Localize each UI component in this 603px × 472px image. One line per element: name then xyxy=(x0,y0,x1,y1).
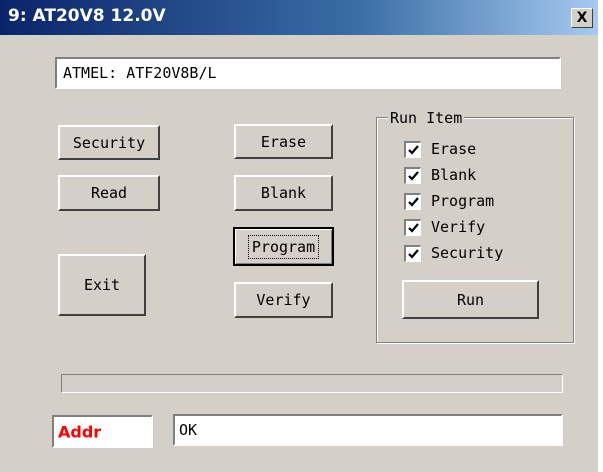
run-item-legend: Run Item xyxy=(388,109,465,127)
verify-button[interactable]: Verify xyxy=(234,282,333,318)
checkbox-blank[interactable] xyxy=(404,166,421,184)
progress-bar xyxy=(61,374,563,393)
title-bar[interactable]: 9: AT20V8 12.0V X xyxy=(0,0,598,35)
checkbox-verify[interactable] xyxy=(404,218,421,236)
addr-label: Addr xyxy=(58,422,102,441)
run-item-erase[interactable]: Erase xyxy=(404,138,476,160)
close-icon: X xyxy=(576,10,588,26)
blank-button[interactable]: Blank xyxy=(234,175,333,211)
read-button-label: Read xyxy=(90,184,128,202)
device-name-text: ATMEL: ATF20V8B/L xyxy=(63,64,217,82)
run-item-program[interactable]: Program xyxy=(404,190,494,212)
read-button[interactable]: Read xyxy=(58,175,160,211)
exit-button[interactable]: Exit xyxy=(58,254,146,316)
checkbox-program[interactable] xyxy=(404,192,421,210)
run-item-blank[interactable]: Blank xyxy=(404,164,476,186)
erase-button[interactable]: Erase xyxy=(234,124,333,159)
checkmark-icon xyxy=(408,144,419,155)
security-button-label: Security xyxy=(72,133,146,152)
verify-button-label: Verify xyxy=(256,291,311,309)
program-button-label: Program xyxy=(247,234,320,259)
run-button-label: Run xyxy=(456,290,485,309)
checkbox-label: Blank xyxy=(431,166,477,184)
addr-field: Addr xyxy=(52,415,153,448)
blank-button-label: Blank xyxy=(260,184,307,202)
programmer-dialog: 9: AT20V8 12.0V X ATMEL: ATF20V8B/L Secu… xyxy=(0,0,598,472)
checkmark-icon xyxy=(408,196,419,207)
program-button[interactable]: Program xyxy=(233,227,334,266)
erase-button-label: Erase xyxy=(260,132,307,151)
checkbox-erase[interactable] xyxy=(404,140,421,158)
checkbox-label: Erase xyxy=(431,140,477,158)
device-name-field[interactable]: ATMEL: ATF20V8B/L xyxy=(55,57,561,89)
run-button[interactable]: Run xyxy=(402,280,539,319)
checkbox-label: Verify xyxy=(431,218,486,236)
exit-button-label: Exit xyxy=(83,276,121,294)
close-button[interactable]: X xyxy=(571,8,593,28)
checkbox-label: Program xyxy=(431,192,495,210)
checkmark-icon xyxy=(408,248,419,259)
checkbox-label: Security xyxy=(431,244,504,262)
checkbox-security[interactable] xyxy=(404,244,421,262)
status-message-field: OK xyxy=(173,414,563,446)
run-item-verify[interactable]: Verify xyxy=(404,216,485,238)
window-title: 9: AT20V8 12.0V xyxy=(8,6,166,26)
status-message-text: OK xyxy=(179,421,198,439)
checkmark-icon xyxy=(408,170,419,181)
checkmark-icon xyxy=(408,222,419,233)
security-button[interactable]: Security xyxy=(58,125,160,160)
run-item-security[interactable]: Security xyxy=(404,242,503,264)
